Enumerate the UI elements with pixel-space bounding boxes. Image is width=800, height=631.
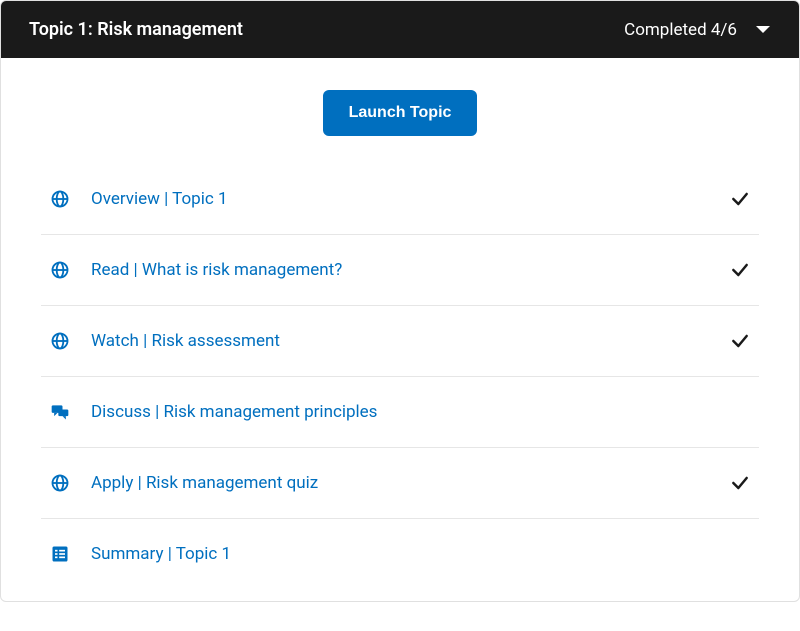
topic-item-list: Overview | Topic 1 Read | What is risk m…	[1, 164, 799, 589]
check-icon	[729, 330, 751, 352]
item-label: Apply | Risk management quiz	[91, 473, 729, 493]
topic-module: Topic 1: Risk management Completed 4/6 L…	[0, 0, 800, 602]
module-title: Topic 1: Risk management	[29, 19, 243, 40]
module-body: Launch Topic Overview | Topic 1	[1, 58, 799, 601]
check-icon	[729, 472, 751, 494]
completion-status: Completed 4/6	[624, 20, 737, 40]
globe-icon	[49, 259, 71, 281]
check-placeholder	[729, 543, 751, 565]
chevron-down-icon	[755, 25, 771, 35]
module-status-area: Completed 4/6	[624, 20, 771, 40]
list-item[interactable]: Discuss | Risk management principles	[41, 377, 759, 448]
check-placeholder	[729, 401, 751, 423]
list-item[interactable]: Summary | Topic 1	[41, 519, 759, 589]
list-item[interactable]: Overview | Topic 1	[41, 164, 759, 235]
globe-icon	[49, 188, 71, 210]
globe-icon	[49, 330, 71, 352]
item-label: Read | What is risk management?	[91, 260, 729, 280]
launch-topic-button[interactable]: Launch Topic	[323, 90, 478, 136]
list-item[interactable]: Watch | Risk assessment	[41, 306, 759, 377]
item-label: Watch | Risk assessment	[91, 331, 729, 351]
summary-icon	[49, 543, 71, 565]
item-label: Overview | Topic 1	[91, 189, 729, 209]
launch-wrapper: Launch Topic	[1, 82, 799, 164]
check-icon	[729, 259, 751, 281]
check-icon	[729, 188, 751, 210]
list-item[interactable]: Apply | Risk management quiz	[41, 448, 759, 519]
module-header[interactable]: Topic 1: Risk management Completed 4/6	[1, 1, 799, 58]
list-item[interactable]: Read | What is risk management?	[41, 235, 759, 306]
item-label: Discuss | Risk management principles	[91, 402, 729, 422]
discuss-icon	[49, 401, 71, 423]
item-label: Summary | Topic 1	[91, 544, 729, 564]
globe-icon	[49, 472, 71, 494]
